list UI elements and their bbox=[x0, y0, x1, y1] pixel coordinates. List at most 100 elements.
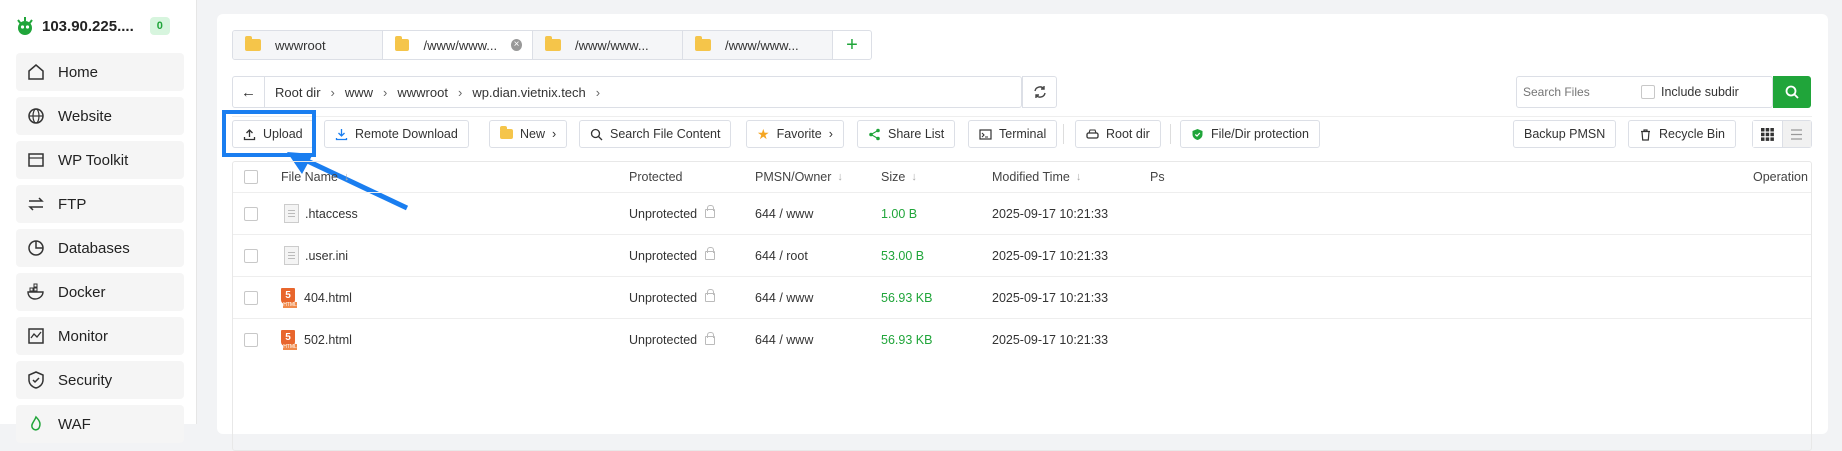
breadcrumb-site[interactable]: wp.dian.vietnix.tech bbox=[472, 85, 585, 100]
col-modified-time[interactable]: Modified Time ↓ bbox=[992, 170, 1081, 184]
breadcrumb-wwwroot[interactable]: wwwroot bbox=[397, 85, 448, 100]
table-row[interactable]: 5 HTML 502.html Unprotected 644 / www 56.… bbox=[233, 319, 1811, 361]
sidebar-item-monitor[interactable]: Monitor bbox=[16, 317, 184, 355]
file-dir-protection-button[interactable]: File/Dir protection bbox=[1180, 120, 1320, 148]
sort-arrow-icon: ↓ bbox=[837, 171, 843, 183]
file-name[interactable]: .user.ini bbox=[305, 249, 348, 263]
file-name[interactable]: 404.html bbox=[304, 291, 352, 305]
new-label: New bbox=[520, 127, 546, 141]
home-icon bbox=[28, 64, 44, 80]
tab-label: wwwroot bbox=[275, 37, 326, 53]
shield-icon bbox=[28, 371, 44, 389]
terminal-icon bbox=[979, 128, 992, 140]
include-subdir-toggle[interactable]: Include subdir bbox=[1641, 85, 1739, 99]
file-name-cell[interactable]: .user.ini bbox=[284, 246, 348, 265]
remote-download-button[interactable]: Remote Download bbox=[324, 120, 469, 148]
table-header: File Name ↓ Protected PMSN/Owner ↓ Size … bbox=[233, 162, 1811, 193]
file-name-cell[interactable]: 5 HTML 502.html bbox=[281, 330, 352, 350]
row-checkbox[interactable] bbox=[244, 290, 258, 305]
pmsn-cell[interactable]: 644 / www bbox=[755, 333, 813, 347]
sort-arrow-icon: ↓ bbox=[911, 171, 917, 183]
list-view-icon[interactable] bbox=[1781, 121, 1811, 147]
protected-status: Unprotected bbox=[629, 248, 698, 263]
col-file-name[interactable]: File Name ↓ bbox=[281, 170, 349, 184]
tab-www-active[interactable]: /www/www... × bbox=[383, 31, 533, 59]
chevron-right-icon: › bbox=[330, 84, 335, 100]
col-pmsn-owner[interactable]: PMSN/Owner ↓ bbox=[755, 170, 843, 184]
size-value: 1.00 B bbox=[881, 206, 918, 221]
row-checkbox[interactable] bbox=[244, 333, 258, 347]
new-button[interactable]: New › bbox=[489, 120, 568, 148]
favorite-button[interactable]: ★ Favorite › bbox=[746, 120, 844, 148]
modified-cell: 2025-09-17 10:21:33 bbox=[992, 291, 1108, 305]
search-button[interactable] bbox=[1773, 76, 1811, 108]
sidebar-item-docker[interactable]: Docker bbox=[16, 273, 184, 311]
share-list-button[interactable]: Share List bbox=[857, 120, 956, 148]
select-all-checkbox[interactable] bbox=[244, 170, 258, 184]
table-row[interactable]: .htaccess Unprotected 644 / www 1.00 B 2… bbox=[233, 193, 1811, 235]
monitor-icon bbox=[28, 328, 44, 344]
server-header: 103.90.225.... 0 bbox=[0, 0, 196, 52]
protected-status: Unprotected bbox=[629, 206, 698, 221]
tab-www-3[interactable]: /www/www... bbox=[683, 31, 833, 59]
search-file-content-button[interactable]: Search File Content bbox=[579, 120, 732, 148]
sidebar-item-waf[interactable]: WAF bbox=[16, 405, 184, 443]
col-ps: Ps bbox=[1150, 170, 1165, 184]
tab-www-2[interactable]: /www/www... bbox=[533, 31, 683, 59]
search-input[interactable] bbox=[1517, 85, 1637, 99]
file-name-cell[interactable]: .htaccess bbox=[284, 204, 358, 223]
protected-status: Unprotected bbox=[629, 290, 698, 305]
terminal-button[interactable]: Terminal bbox=[968, 120, 1058, 148]
notification-badge[interactable]: 0 bbox=[149, 17, 170, 35]
row-checkbox[interactable] bbox=[244, 206, 258, 221]
row-checkbox[interactable] bbox=[244, 248, 258, 263]
sidebar-item-databases[interactable]: Databases bbox=[16, 229, 184, 267]
sidebar-item-label: Security bbox=[58, 371, 113, 389]
lock-icon bbox=[705, 205, 716, 218]
pmsn-cell[interactable]: 644 / www bbox=[755, 291, 813, 305]
refresh-button[interactable] bbox=[1022, 76, 1057, 108]
chevron-right-icon: › bbox=[457, 84, 463, 100]
sidebar-item-security[interactable]: Security bbox=[16, 361, 184, 399]
table-row[interactable]: .user.ini Unprotected 644 / root 53.00 B… bbox=[233, 235, 1811, 277]
root-dir-button[interactable]: Root dir bbox=[1075, 120, 1161, 148]
close-tab-icon[interactable]: × bbox=[511, 39, 522, 51]
protected-cell[interactable]: Unprotected bbox=[629, 205, 716, 221]
sidebar-item-home[interactable]: Home bbox=[16, 53, 184, 91]
tab-label: /www/www... bbox=[423, 37, 498, 53]
protected-cell[interactable]: Unprotected bbox=[629, 247, 716, 263]
col-size[interactable]: Size ↓ bbox=[881, 170, 917, 184]
protected-status: Unprotected bbox=[629, 333, 698, 347]
table-row[interactable]: 5 HTML 404.html Unprotected 644 / www 56.… bbox=[233, 277, 1811, 319]
sidebar-item-label: Website bbox=[58, 107, 112, 125]
modified-value: 2025-09-17 10:21:33 bbox=[992, 206, 1109, 221]
protected-cell[interactable]: Unprotected bbox=[629, 289, 716, 305]
sidebar-item-ftp[interactable]: FTP bbox=[16, 185, 184, 223]
back-arrow-icon[interactable]: ← bbox=[233, 77, 265, 107]
recycle-bin-button[interactable]: Recycle Bin bbox=[1628, 120, 1736, 148]
file-name[interactable]: 502.html bbox=[304, 333, 352, 347]
file-name-cell[interactable]: 5 HTML 404.html bbox=[281, 287, 352, 308]
size-cell: 1.00 B bbox=[881, 207, 917, 221]
grid-view-icon[interactable] bbox=[1753, 121, 1782, 147]
sidebar-item-label: Monitor bbox=[58, 327, 109, 345]
modified-cell: 2025-09-17 10:21:33 bbox=[992, 333, 1108, 347]
sidebar-item-wp-toolkit[interactable]: WP Toolkit bbox=[16, 141, 184, 179]
file-name[interactable]: .htaccess bbox=[305, 207, 358, 221]
add-tab-button[interactable]: + bbox=[833, 31, 871, 59]
sidebar-item-label: FTP bbox=[58, 195, 87, 213]
include-subdir-label: Include subdir bbox=[1661, 85, 1739, 99]
include-subdir-checkbox[interactable] bbox=[1641, 85, 1655, 99]
view-toggle bbox=[1752, 120, 1812, 148]
pmsn-value: 644 / www bbox=[755, 333, 814, 347]
breadcrumb-root[interactable]: Root dir bbox=[275, 85, 321, 100]
protected-cell[interactable]: Unprotected bbox=[629, 331, 716, 347]
pmsn-cell[interactable]: 644 / root bbox=[755, 249, 808, 263]
backup-pmsn-button[interactable]: Backup PMSN bbox=[1513, 120, 1617, 148]
tab-wwwroot[interactable]: wwwroot bbox=[233, 31, 383, 59]
modified-value: 2025-09-17 10:21:33 bbox=[992, 248, 1109, 263]
sidebar-item-website[interactable]: Website bbox=[16, 97, 184, 135]
breadcrumb-www[interactable]: www bbox=[345, 85, 373, 100]
sidebar-item-label: Docker bbox=[58, 283, 106, 301]
pmsn-cell[interactable]: 644 / www bbox=[755, 207, 813, 221]
